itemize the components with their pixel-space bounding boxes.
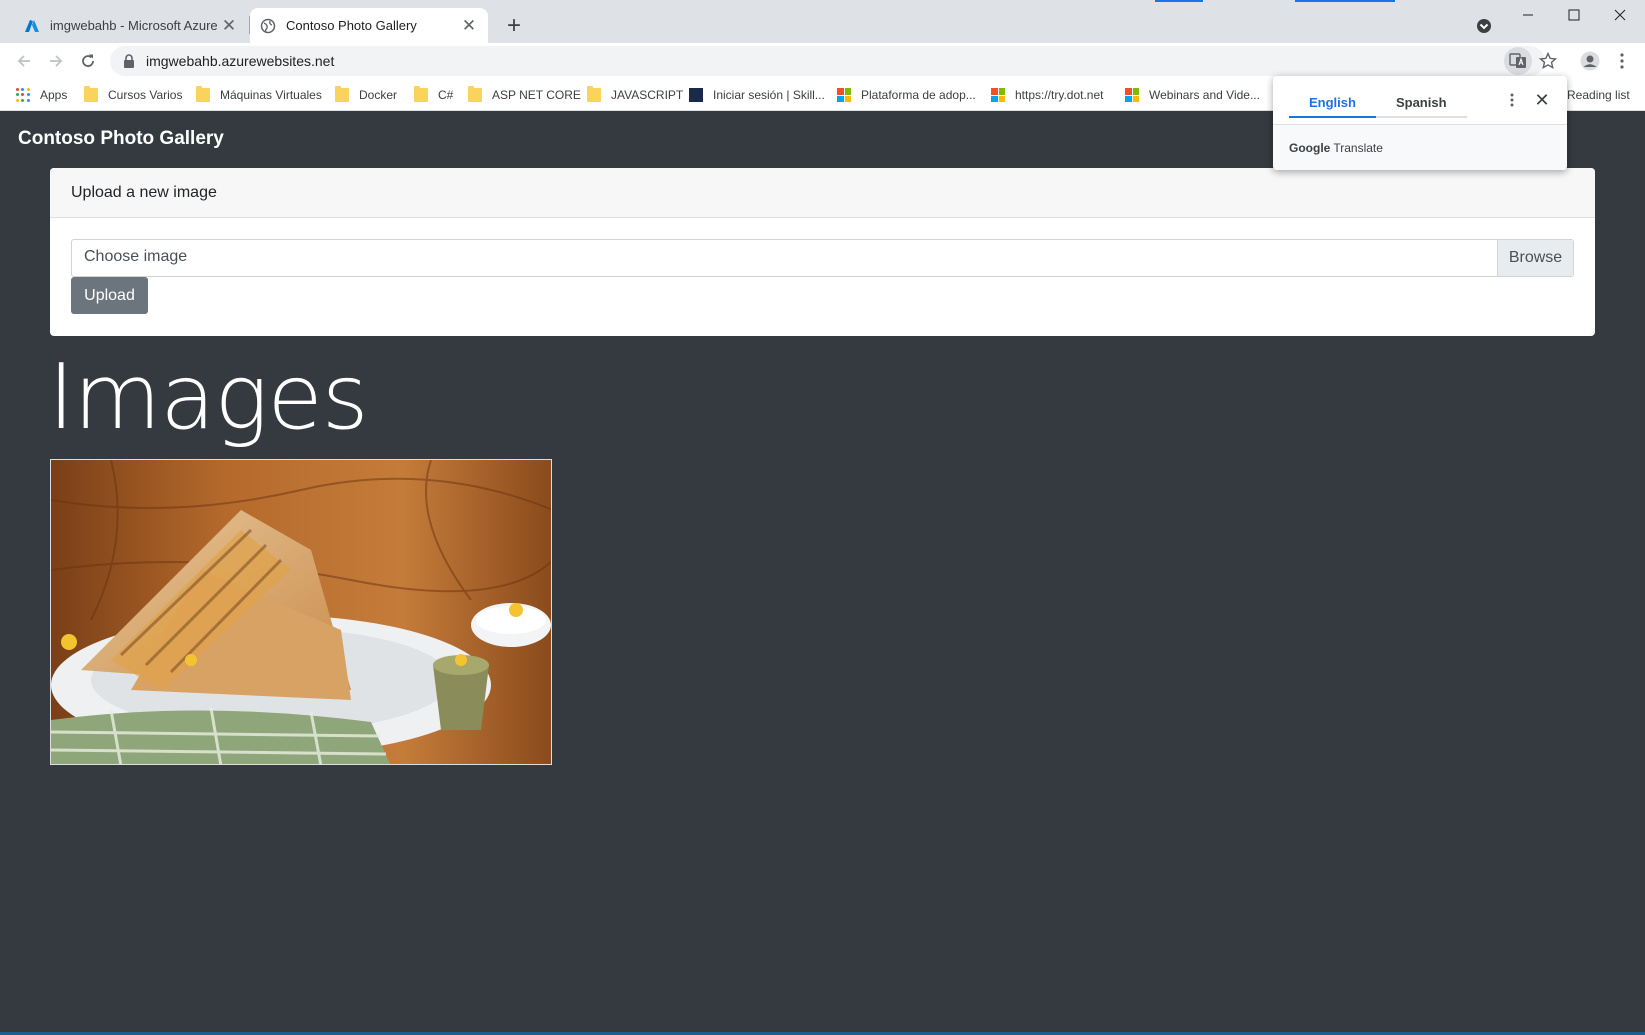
translate-popup: English Spanish ✕ Google Translate [1273,76,1567,170]
file-input[interactable]: Choose image Browse [71,239,1574,277]
bookmark-apps[interactable]: Apps [16,79,67,111]
folder-icon [196,86,210,102]
lock-icon[interactable] [122,54,136,68]
bookmark-folder[interactable]: C# [414,79,453,111]
bookmark-label: JAVASCRIPT [611,88,684,102]
microsoft-icon [837,88,851,102]
folder-icon [84,86,98,102]
bookmark-star-icon[interactable] [1534,47,1562,75]
translate-icon[interactable] [1504,47,1532,75]
bookmark-label: Máquinas Virtuales [220,88,322,102]
upload-card: Upload a new image Choose image Browse U… [50,168,1595,336]
address-bar[interactable]: imgwebahb.azurewebsites.net [110,46,1545,76]
bookmark-label: https://try.dot.net [1015,88,1104,102]
browser-toolbar: imgwebahb.azurewebsites.net [0,43,1645,79]
bookmark-folder[interactable]: Cursos Varios [84,79,182,111]
translate-language-tabs: English Spanish [1289,88,1467,118]
reading-list-button[interactable]: Reading list [1567,79,1630,111]
bookmark-label: Iniciar sesión | Skill... [713,88,825,102]
gallery-image-sandwich[interactable] [50,459,552,765]
skillsoft-icon [689,88,703,102]
globe-icon [260,18,276,34]
tab-search-icon[interactable] [1472,14,1496,38]
browse-button[interactable]: Browse [1497,240,1573,276]
window-close-icon[interactable] [1597,0,1643,30]
translate-footer: Google Translate [1273,124,1567,170]
bookmark-label: C# [438,88,454,102]
bookmark-folder[interactable]: Docker [335,79,397,111]
translate-options-icon[interactable] [1500,88,1524,112]
site-brand[interactable]: Contoso Photo Gallery [18,128,224,150]
bookmark-folder[interactable]: ASP NET CORE [468,79,581,111]
upload-button[interactable]: Upload [71,277,148,314]
upload-card-header: Upload a new image [50,168,1595,218]
apps-grid-icon [16,88,30,102]
bookmark-label: Apps [40,88,68,102]
new-tab-button[interactable]: + [500,12,528,40]
profile-avatar-icon[interactable] [1576,47,1604,75]
folder-icon [587,86,601,102]
images-heading: Images [48,345,369,450]
back-icon[interactable] [10,47,38,75]
bookmark-label: ASP NET CORE [492,88,581,102]
tab-azure[interactable]: imgwebahb - Microsoft Azure ✕ [14,8,248,43]
bookmark-label: Plataforma de adop... [861,88,976,102]
bookmark-link[interactable]: Webinars and Vide... [1125,79,1260,111]
close-icon[interactable]: ✕ [460,16,478,35]
bookmark-label: Docker [359,88,398,102]
bookmark-label: Cursos Varios [108,88,183,102]
microsoft-icon [991,88,1005,102]
translate-product-label: Translate [1333,140,1383,155]
microsoft-icon [1125,88,1139,102]
bookmark-skillsoft[interactable]: Iniciar sesión | Skill... [689,79,825,111]
bookmark-label: Webinars and Vide... [1149,88,1260,102]
tab-strip: imgwebahb - Microsoft Azure ✕ Contoso Ph… [0,0,1645,43]
bookmark-link[interactable]: Plataforma de adop... [837,79,976,111]
minimize-icon[interactable] [1505,0,1551,30]
translate-close-icon[interactable]: ✕ [1530,88,1554,112]
file-input-placeholder[interactable]: Choose image [72,240,1497,276]
tab-strip-accent [1155,0,1203,2]
translate-tab-spanish[interactable]: Spanish [1375,88,1467,118]
reading-list-label: Reading list [1567,88,1630,102]
url-text: imgwebahb.azurewebsites.net [146,53,335,69]
maximize-icon[interactable] [1551,0,1597,30]
bookmark-link[interactable]: https://try.dot.net [991,79,1104,111]
google-wordmark: Google [1289,140,1331,155]
tab-title: imgwebahb - Microsoft Azure [50,18,218,33]
folder-icon [335,86,349,102]
tab-contoso[interactable]: Contoso Photo Gallery ✕ [250,8,488,43]
close-icon[interactable]: ✕ [220,16,238,35]
bookmark-folder[interactable]: Máquinas Virtuales [196,79,322,111]
reload-icon[interactable] [74,47,102,75]
forward-icon[interactable] [42,47,70,75]
folder-icon [414,86,428,102]
menu-kebab-icon[interactable] [1608,47,1636,75]
tab-title: Contoso Photo Gallery [286,18,417,33]
azure-icon [24,18,40,34]
translate-tab-english[interactable]: English [1289,88,1376,118]
folder-icon [468,86,482,102]
bookmark-folder[interactable]: JAVASCRIPT [587,79,683,111]
tab-strip-accent [1295,0,1395,2]
